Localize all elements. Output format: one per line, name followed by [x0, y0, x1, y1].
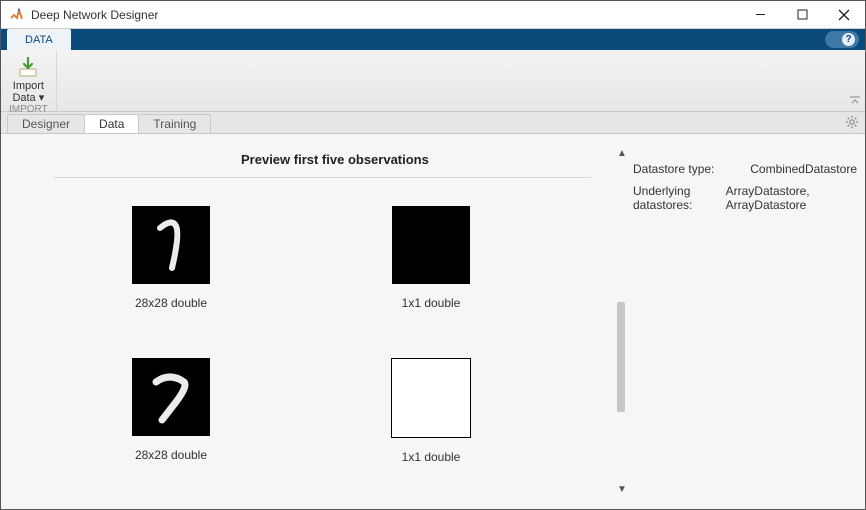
underlying-datastores-value: ArrayDatastore, ArrayDatastore [726, 184, 857, 212]
gear-icon[interactable] [845, 115, 859, 132]
import-label-line2: Data ▾ [12, 92, 44, 104]
matlab-logo-icon [9, 7, 25, 23]
preview-header: Preview first five observations [241, 152, 615, 167]
tab-training[interactable]: Training [139, 114, 211, 133]
preview-cell: 28x28 double [41, 206, 301, 310]
minimize-button[interactable] [739, 1, 781, 28]
thumbnail-image [391, 358, 471, 438]
thumbnail-caption: 1x1 double [402, 450, 461, 464]
chevron-down-icon: ▾ [39, 92, 45, 104]
preview-cell: 28x28 double [41, 358, 301, 464]
thumbnail-caption: 28x28 double [135, 448, 207, 462]
window-buttons [739, 1, 865, 28]
scroll-down-icon[interactable]: ▼ [617, 484, 627, 495]
datastore-type-value: CombinedDatastore [750, 162, 857, 176]
import-icon [17, 54, 39, 80]
maximize-button[interactable] [781, 1, 823, 28]
toolstrip-tab-data[interactable]: DATA [7, 29, 71, 50]
import-data-button[interactable]: Import Data ▾ [12, 54, 44, 104]
preview-cell: 1x1 double [301, 206, 561, 310]
import-label-line1: Import [13, 80, 44, 92]
title-bar: Deep Network Designer [1, 1, 865, 29]
preview-scrollbar[interactable]: ▲ ▼ [615, 134, 629, 509]
content-area: Preview first five observations 28x28 do… [1, 134, 865, 509]
underlying-datastores-label: Underlying datastores: [633, 184, 726, 212]
preview-cell: 1x1 double [301, 358, 561, 464]
help-button[interactable]: ? [825, 31, 859, 48]
info-pane: Datastore type: CombinedDatastore Underl… [629, 134, 865, 509]
tab-data[interactable]: Data [85, 114, 139, 133]
document-tabs: Designer Data Training [1, 112, 865, 134]
collapse-ribbon-icon[interactable] [849, 95, 861, 109]
app-window: Deep Network Designer DATA ? [0, 0, 866, 510]
scroll-thumb[interactable] [617, 302, 625, 412]
close-button[interactable] [823, 1, 865, 28]
toolstrip-tab-row: DATA ? [1, 29, 865, 50]
info-row: Underlying datastores: ArrayDatastore, A… [633, 184, 857, 212]
thumbnail-image [132, 206, 210, 284]
tab-designer[interactable]: Designer [7, 114, 85, 133]
thumbnail-caption: 1x1 double [402, 296, 461, 310]
divider [53, 177, 591, 178]
info-row: Datastore type: CombinedDatastore [633, 162, 857, 176]
window-title: Deep Network Designer [31, 8, 739, 22]
scroll-up-icon[interactable]: ▲ [617, 148, 627, 159]
thumbnail-image [132, 358, 210, 436]
help-icon: ? [842, 33, 855, 46]
preview-grid: 28x28 double 1x1 double 28x28 double [41, 206, 615, 464]
preview-pane: Preview first five observations 28x28 do… [1, 134, 615, 509]
datastore-type-label: Datastore type: [633, 162, 750, 176]
thumbnail-caption: 28x28 double [135, 296, 207, 310]
ribbon: Import Data ▾ IMPORT [1, 50, 865, 112]
ribbon-group-import: Import Data ▾ IMPORT [1, 50, 57, 111]
thumbnail-image [392, 206, 470, 284]
